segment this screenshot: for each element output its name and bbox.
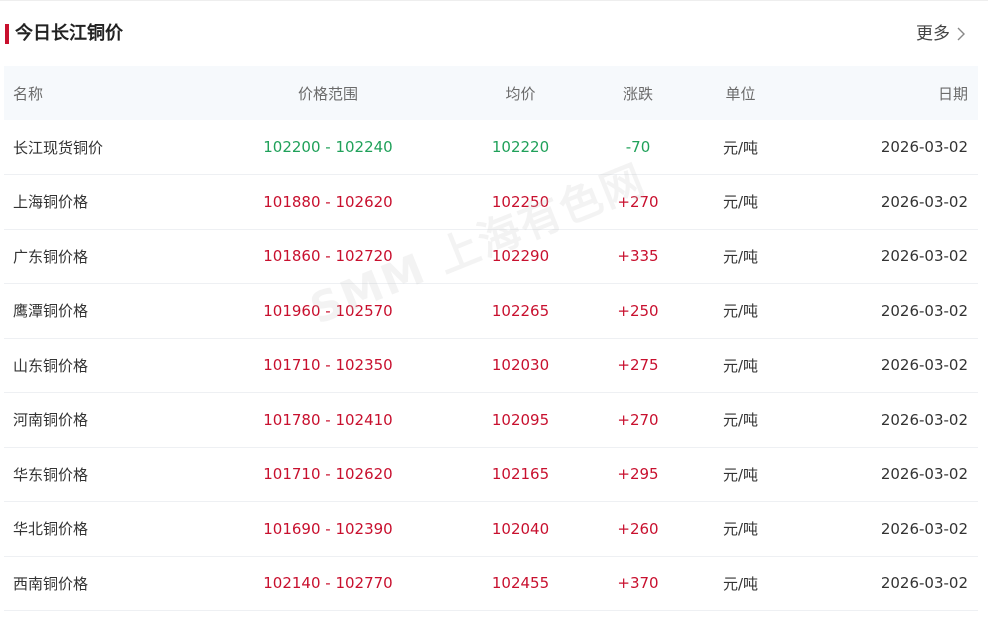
cell-range: 101690 - 102390: [263, 519, 393, 538]
cell-date: 2026-03-02: [880, 247, 968, 266]
cell-name[interactable]: 广东铜价格: [4, 229, 188, 284]
column-header-range: 价格范围: [297, 84, 358, 103]
cell-date: 2026-03-02: [880, 356, 968, 375]
cell-range: 102140 - 102770: [263, 574, 393, 593]
cell-name[interactable]: 华北铜价格: [4, 502, 188, 557]
cell-avg: 102220: [491, 138, 550, 156]
cell-unit: 元/吨: [722, 247, 759, 266]
cell-name[interactable]: 西南铜价格: [4, 556, 188, 611]
cell-name[interactable]: 上海铜价格: [4, 175, 188, 230]
cell-date: 2026-03-02: [880, 519, 968, 538]
column-header-name: 名称: [13, 84, 44, 103]
cell-date: 2026-03-02: [880, 574, 968, 593]
copper-price-table: 名称 价格范围 均价 涨跌 单位 日期 长江现货铜价 102200 - 1022…: [4, 66, 978, 611]
cell-change: +370: [617, 574, 659, 593]
cell-unit: 元/吨: [722, 302, 759, 321]
panel-title: 今日长江铜价: [15, 23, 123, 44]
column-header-date: 日期: [937, 84, 968, 103]
cell-avg: 102455: [491, 574, 550, 593]
table-row[interactable]: 河南铜价格 101780 - 102410 102095 +270 元/吨 20…: [4, 393, 978, 448]
cell-unit: 元/吨: [722, 193, 759, 212]
more-link[interactable]: 更多: [916, 22, 966, 46]
cell-avg: 102095: [491, 410, 550, 429]
cell-avg: 102290: [491, 247, 550, 266]
cell-change: +270: [617, 192, 659, 211]
cell-avg: 102040: [491, 519, 550, 538]
table-row[interactable]: 广东铜价格 101860 - 102720 102290 +335 元/吨 20…: [4, 229, 978, 284]
cell-unit: 元/吨: [722, 520, 759, 539]
cell-unit: 元/吨: [722, 574, 759, 593]
table-row[interactable]: 上海铜价格 101880 - 102620 102250 +270 元/吨 20…: [4, 175, 978, 230]
cell-avg: 102165: [491, 465, 550, 484]
table-row[interactable]: 西南铜价格 102140 - 102770 102455 +370 元/吨 20…: [4, 556, 978, 611]
table-row[interactable]: 山东铜价格 101710 - 102350 102030 +275 元/吨 20…: [4, 338, 978, 393]
cell-change: +260: [617, 519, 659, 538]
cell-change: +250: [617, 301, 659, 320]
cell-date: 2026-03-02: [880, 410, 968, 429]
table-header-row: 名称 价格范围 均价 涨跌 单位 日期: [4, 66, 978, 120]
cell-avg: 102265: [491, 301, 550, 320]
cell-unit: 元/吨: [722, 356, 759, 375]
column-header-avg: 均价: [505, 84, 536, 103]
cell-change: +295: [617, 465, 659, 484]
cell-date: 2026-03-02: [880, 138, 968, 156]
table-row[interactable]: 鹰潭铜价格 101960 - 102570 102265 +250 元/吨 20…: [4, 284, 978, 339]
cell-unit: 元/吨: [722, 465, 759, 484]
cell-date: 2026-03-02: [880, 301, 968, 320]
cell-range: 101710 - 102350: [263, 356, 393, 375]
cell-name[interactable]: 河南铜价格: [4, 393, 188, 448]
cell-unit: 元/吨: [722, 411, 759, 430]
table-row[interactable]: 华北铜价格 101690 - 102390 102040 +260 元/吨 20…: [4, 502, 978, 557]
table-row[interactable]: 长江现货铜价 102200 - 102240 102220 -70 元/吨 20…: [4, 120, 978, 175]
cell-range: 102200 - 102240: [263, 138, 393, 156]
cell-change: +270: [617, 410, 659, 429]
cell-date: 2026-03-02: [880, 465, 968, 484]
cell-range: 101710 - 102620: [263, 465, 393, 484]
cell-change: +335: [617, 247, 659, 266]
cell-avg: 102250: [491, 192, 550, 211]
title-accent-bar: [5, 24, 9, 44]
column-header-unit: 单位: [725, 84, 756, 103]
cell-name[interactable]: 长江现货铜价: [4, 120, 188, 175]
chevron-right-icon: [957, 27, 965, 41]
panel-header: 今日长江铜价 更多: [0, 0, 988, 64]
more-link-label: 更多: [916, 24, 950, 44]
cell-range: 101960 - 102570: [263, 301, 393, 320]
cell-change: -70: [625, 138, 651, 156]
cell-name[interactable]: 山东铜价格: [4, 338, 188, 393]
cell-name[interactable]: 鹰潭铜价格: [4, 284, 188, 339]
cell-date: 2026-03-02: [880, 192, 968, 211]
cell-unit: 元/吨: [722, 138, 759, 157]
table-row[interactable]: 华东铜价格 101710 - 102620 102165 +295 元/吨 20…: [4, 447, 978, 502]
cell-range: 101860 - 102720: [263, 247, 393, 266]
cell-avg: 102030: [491, 356, 550, 375]
column-header-change: 涨跌: [622, 84, 653, 103]
cell-name[interactable]: 华东铜价格: [4, 447, 188, 502]
cell-range: 101780 - 102410: [263, 410, 393, 429]
cell-range: 101880 - 102620: [263, 192, 393, 211]
cell-change: +275: [617, 356, 659, 375]
